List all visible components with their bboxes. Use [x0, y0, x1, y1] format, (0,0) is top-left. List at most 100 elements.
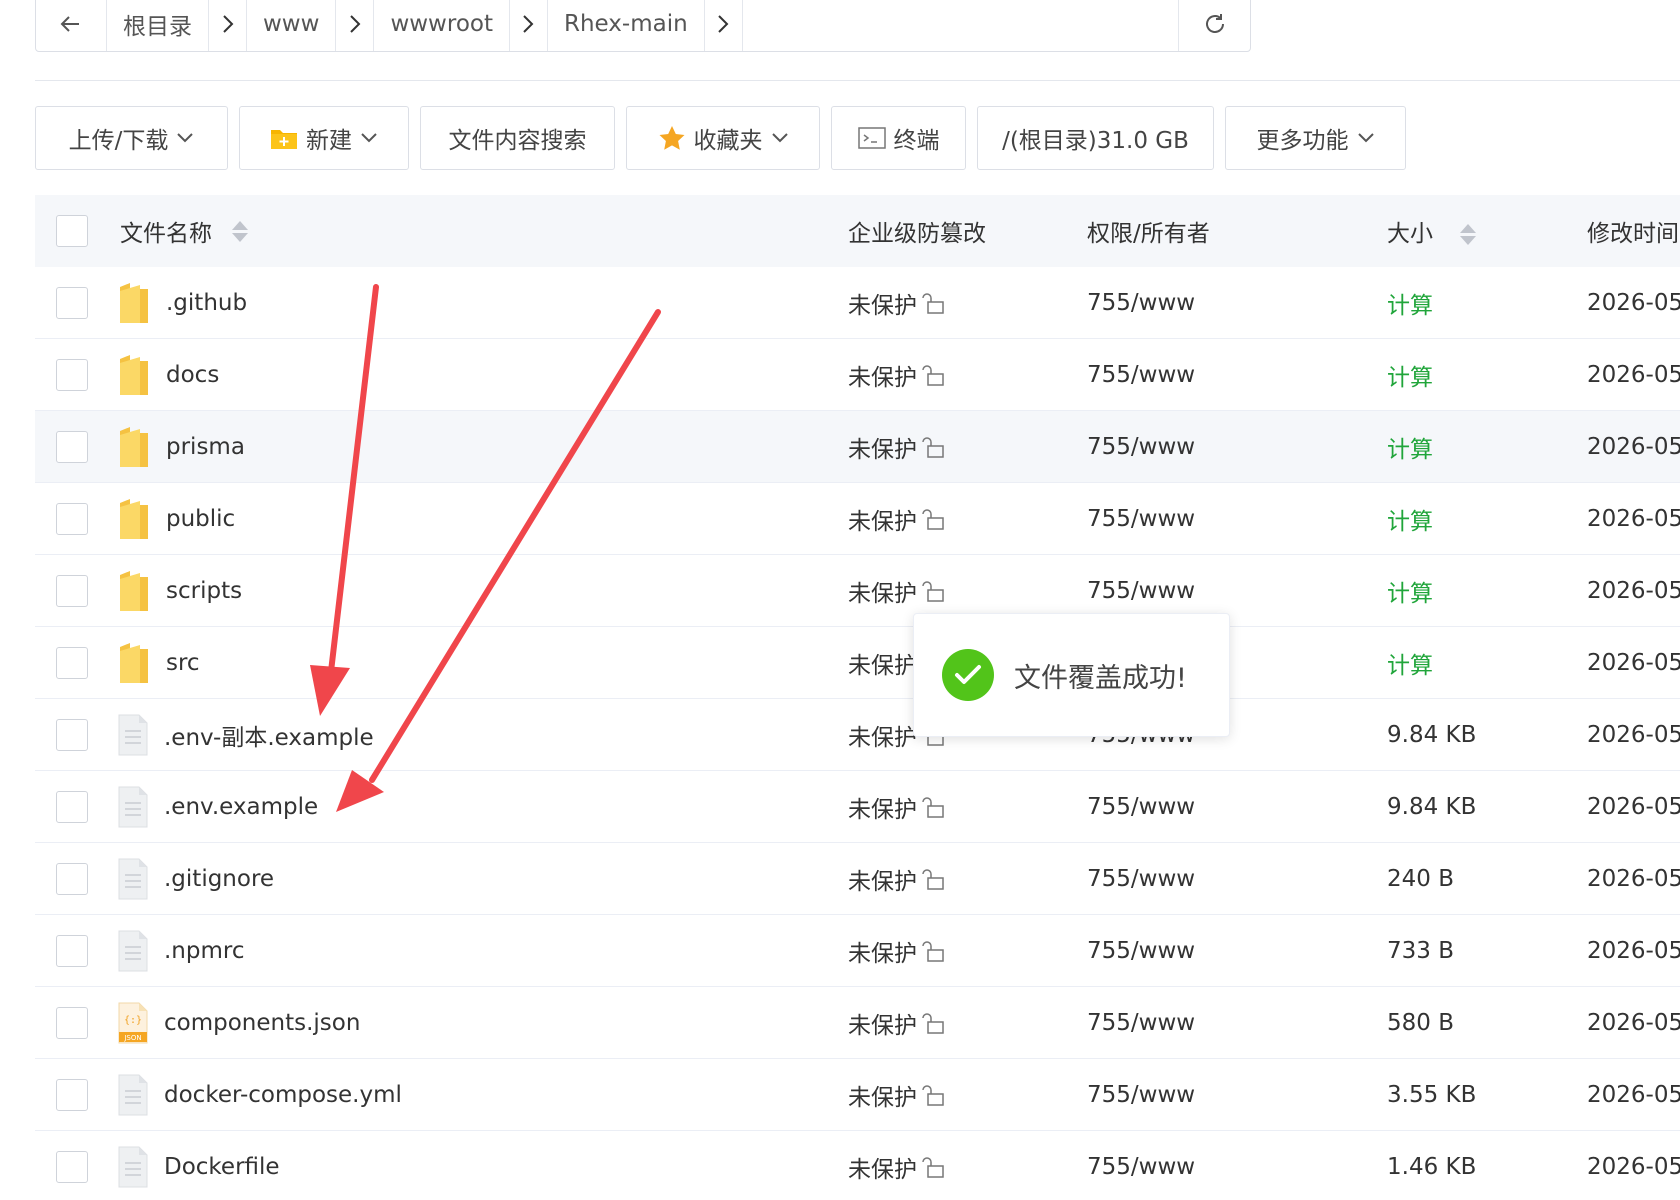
- breadcrumb-item-rhex-main[interactable]: Rhex-main: [548, 0, 705, 51]
- table-row[interactable]: public 未保护 755/www计算2026-05-: [35, 483, 1680, 555]
- permission-cell[interactable]: 755/www: [1087, 794, 1387, 820]
- content-search-button[interactable]: 文件内容搜索: [420, 106, 615, 170]
- calculate-size-link[interactable]: 计算: [1387, 574, 1587, 608]
- calculate-size-link[interactable]: 计算: [1387, 646, 1587, 680]
- file-name[interactable]: .gitignore: [164, 866, 274, 892]
- more-functions-button[interactable]: 更多功能: [1225, 106, 1406, 170]
- protect-status[interactable]: 未保护: [848, 574, 1087, 608]
- terminal-button[interactable]: 终端: [831, 106, 966, 170]
- table-row[interactable]: .npmrc 未保护 755/www733 B 2026-05-: [35, 915, 1680, 987]
- table-row[interactable]: docker-compose.yml 未保护 755/www 3.55 KB 2026-…: [35, 1059, 1680, 1131]
- row-checkbox[interactable]: [55, 1150, 88, 1183]
- file-name-cell[interactable]: .npmrc: [118, 929, 848, 973]
- table-row[interactable]: .env.example 未保护 755/www9.84 KB 2026-05-: [35, 771, 1680, 843]
- file-name[interactable]: docker-compose.yml: [164, 1082, 402, 1108]
- file-name-cell[interactable]: scripts: [120, 569, 848, 613]
- file-name[interactable]: .npmrc: [164, 938, 245, 964]
- row-checkbox[interactable]: [55, 574, 88, 607]
- file-name[interactable]: .env.example: [164, 794, 318, 820]
- permission-cell[interactable]: 755/www: [1087, 1154, 1387, 1180]
- file-name[interactable]: src: [166, 650, 200, 676]
- protect-status[interactable]: 未保护: [848, 286, 1087, 320]
- table-row[interactable]: prisma 未保护 755/www计算2026-05-: [35, 411, 1680, 483]
- table-row[interactable]: {:} JSON components.json 未保护 755/www 580 B 202…: [35, 987, 1680, 1059]
- row-checkbox[interactable]: [55, 718, 88, 751]
- breadcrumb-item-root[interactable]: 根目录: [107, 0, 209, 51]
- row-checkbox[interactable]: [55, 646, 88, 679]
- select-all-checkbox[interactable]: [55, 215, 88, 247]
- permission-cell[interactable]: 755/www: [1087, 290, 1387, 316]
- protect-status[interactable]: 未保护: [848, 358, 1087, 392]
- calculate-size-link[interactable]: 计算: [1387, 430, 1587, 464]
- protect-status[interactable]: 未保护: [848, 1006, 1087, 1040]
- row-checkbox[interactable]: [55, 934, 88, 967]
- file-name[interactable]: scripts: [166, 578, 242, 604]
- back-button[interactable]: [36, 0, 107, 51]
- header-name[interactable]: 文件名称: [120, 214, 848, 248]
- permission-cell[interactable]: 755/www: [1087, 866, 1387, 892]
- path-input-area[interactable]: [743, 0, 1178, 51]
- file-name[interactable]: public: [166, 506, 235, 532]
- row-checkbox[interactable]: [55, 1078, 88, 1111]
- permission-cell[interactable]: 755/www: [1087, 434, 1387, 460]
- file-name-cell[interactable]: .github: [120, 281, 848, 325]
- file-name[interactable]: .env-副本.example: [164, 718, 374, 752]
- file-name-cell[interactable]: .gitignore: [118, 857, 848, 901]
- table-row[interactable]: .env-副本.example未保护755/www9.84 KB2026-05-: [35, 699, 1680, 771]
- favorites-button[interactable]: 收藏夹: [626, 106, 820, 170]
- permission-cell[interactable]: 755/www: [1087, 578, 1387, 604]
- protect-status[interactable]: 未保护: [848, 430, 1087, 464]
- disk-usage-button[interactable]: /(根目录)31.0 GB: [977, 106, 1214, 170]
- file-name[interactable]: prisma: [166, 434, 245, 460]
- table-row[interactable]: scripts 未保护 755/www计算2026-05-: [35, 555, 1680, 627]
- protect-status[interactable]: 未保护: [848, 934, 1087, 968]
- file-name-cell[interactable]: public: [120, 497, 848, 541]
- file-name[interactable]: .github: [166, 290, 247, 316]
- new-button[interactable]: 新建: [239, 106, 409, 170]
- calculate-size-link[interactable]: 计算: [1387, 286, 1587, 320]
- protect-label: 未保护: [848, 292, 917, 319]
- file-name[interactable]: components.json: [164, 1010, 360, 1036]
- file-name-cell[interactable]: docs: [120, 353, 848, 397]
- table-row[interactable]: .gitignore 未保护 755/www240 B 2026-05-: [35, 843, 1680, 915]
- row-checkbox[interactable]: [55, 286, 88, 319]
- permission-cell[interactable]: 755/www: [1087, 362, 1387, 388]
- breadcrumb-item-www[interactable]: www: [247, 0, 337, 51]
- sort-icon[interactable]: [232, 220, 248, 242]
- table-row[interactable]: .github 未保护 755/www计算2026-05-: [35, 267, 1680, 339]
- file-name-cell[interactable]: {:} JSON components.json: [118, 1001, 848, 1045]
- row-checkbox[interactable]: [55, 790, 88, 823]
- file-name[interactable]: Dockerfile: [164, 1154, 280, 1180]
- upload-download-button[interactable]: 上传/下载: [35, 106, 228, 170]
- table-row[interactable]: src未保护755/www计算2026-05-: [35, 627, 1680, 699]
- row-checkbox[interactable]: [55, 862, 88, 895]
- row-checkbox[interactable]: [55, 430, 88, 463]
- permission-cell[interactable]: 755/www: [1087, 1082, 1387, 1108]
- row-checkbox[interactable]: [55, 502, 88, 535]
- protect-status[interactable]: 未保护: [848, 790, 1087, 824]
- protect-status[interactable]: 未保护: [848, 1150, 1087, 1184]
- permission-cell[interactable]: 755/www: [1087, 938, 1387, 964]
- header-size[interactable]: 大小: [1387, 214, 1587, 248]
- breadcrumb-item-wwwroot[interactable]: wwwroot: [374, 0, 510, 51]
- file-name-cell[interactable]: Dockerfile: [118, 1145, 848, 1189]
- row-checkbox[interactable]: [55, 1006, 88, 1039]
- file-name-cell[interactable]: docker-compose.yml: [118, 1073, 848, 1117]
- permission-cell[interactable]: 755/www: [1087, 1010, 1387, 1036]
- permission-cell[interactable]: 755/www: [1087, 506, 1387, 532]
- sort-icon[interactable]: [1460, 224, 1477, 245]
- table-row[interactable]: Dockerfile 未保护 755/www1.46 KB 2026-05-: [35, 1131, 1680, 1200]
- file-name-cell[interactable]: .env-副本.example: [118, 713, 848, 757]
- protect-status[interactable]: 未保护: [848, 1078, 1087, 1112]
- protect-status[interactable]: 未保护: [848, 862, 1087, 896]
- protect-status[interactable]: 未保护: [848, 502, 1087, 536]
- calculate-size-link[interactable]: 计算: [1387, 358, 1587, 392]
- refresh-button[interactable]: [1178, 0, 1250, 51]
- file-name-cell[interactable]: .env.example: [118, 785, 848, 829]
- row-checkbox[interactable]: [55, 358, 88, 391]
- calculate-size-link[interactable]: 计算: [1387, 502, 1587, 536]
- file-name-cell[interactable]: prisma: [120, 425, 848, 469]
- table-row[interactable]: docs 未保护 755/www计算2026-05-: [35, 339, 1680, 411]
- file-name[interactable]: docs: [166, 362, 219, 388]
- file-name-cell[interactable]: src: [120, 641, 848, 685]
